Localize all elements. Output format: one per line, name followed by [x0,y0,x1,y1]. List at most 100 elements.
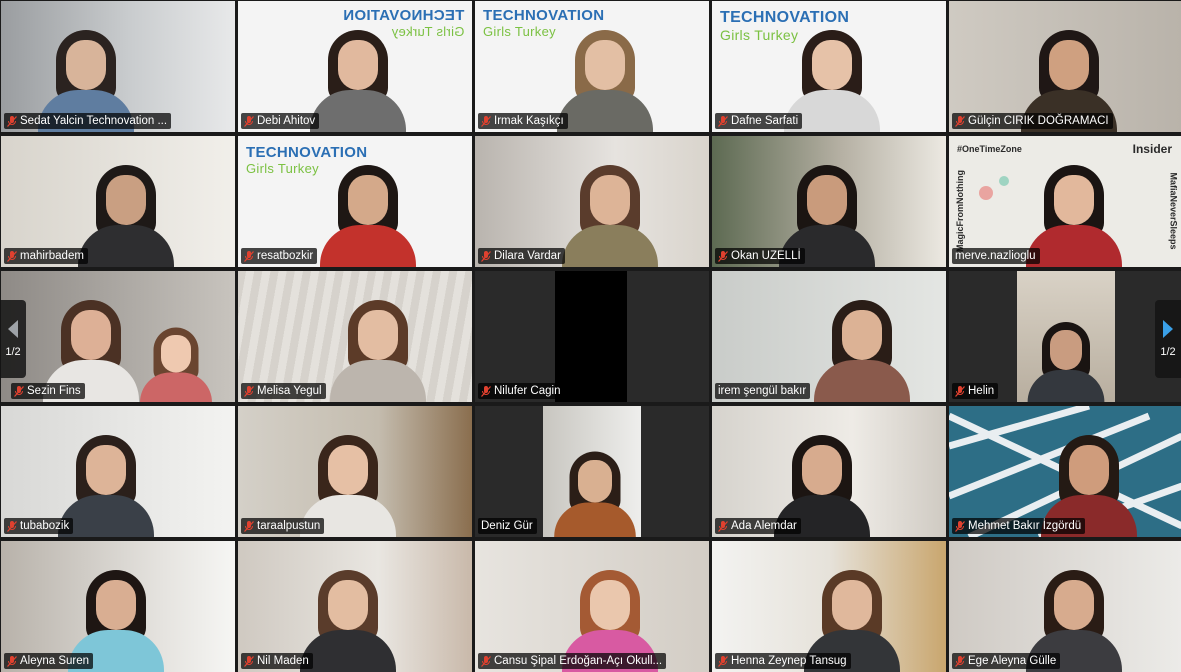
participant-name-tag: Okan UZELLİ [715,248,805,264]
participant-name: Sedat Yalcin Technovation ... [20,115,168,127]
active-speaker-tile[interactable]: #OneTimeZone Insider MagicFromNothing Ma… [949,136,1181,267]
participant-name-tag: Mehmet Bakır İzgördü [952,518,1086,534]
participant-video [78,157,174,267]
participant-name-tag: mahirbadem [4,248,88,264]
participant-name-tag: irem şengül bakır [715,383,811,399]
banner-hashtag: #OneTimeZone [957,144,1022,154]
muted-mic-icon [244,655,254,667]
participant-video [555,271,627,402]
muted-mic-icon [7,655,17,667]
participant-name: Gülçin CIRIK DOĞRAMACI [968,115,1109,127]
participant-video [562,157,658,267]
participant-name-tag: Deniz Gür [478,518,537,534]
video-gallery: Sedat Yalcin Technovation ... TECHNOVATI… [0,0,1181,672]
participant-tile[interactable]: irem şengül bakır [712,271,946,402]
participant-video [557,22,653,132]
participant-name: Nil Maden [257,655,309,667]
muted-mic-icon [244,250,254,262]
participant-video [300,562,396,672]
participant-name: Deniz Gür [481,520,533,532]
participant-name-tag: Nil Maden [241,653,313,669]
participant-name-tag: Debi Ahitov [241,113,320,129]
page-indicator: 1/2 [1160,346,1176,358]
participant-tile[interactable]: Melisa Yegul [238,271,472,402]
participant-name: tubabozik [20,520,70,532]
participant-tile[interactable]: Ege Aleyna Gülle [949,541,1181,672]
participant-tile[interactable]: Helin [949,271,1181,402]
participant-video [310,22,406,132]
participant-tile[interactable]: mahirbadem [1,136,235,267]
participant-tile[interactable]: Ada Alemdar [712,406,946,537]
participant-video [320,157,416,267]
participant-name: Irmak Kaşıkçı [494,115,564,127]
next-page-button[interactable]: 1/2 [1155,300,1181,378]
participant-name: Okan UZELLİ [731,250,801,262]
previous-page-button[interactable]: 1/2 [0,300,26,378]
participant-name-tag: Irmak Kaşıkçı [478,113,568,129]
participant-tile[interactable]: TECHNOVATION Girls Turkey Dafne Sarfati [712,1,946,132]
participant-tile[interactable]: Nil Maden [238,541,472,672]
participant-tile[interactable]: Henna Zeynep Tansug [712,541,946,672]
participant-tile[interactable]: Gülçin CIRIK DOĞRAMACI [949,1,1181,132]
muted-mic-icon [244,520,254,532]
participant-name-tag: taraalpustun [241,518,325,534]
participant-tile[interactable]: TECHNOVATION Girls Turkey resatbozkir [238,136,472,267]
participant-name: Ege Aleyna Gülle [968,655,1057,667]
muted-mic-icon [481,385,491,397]
muted-mic-icon [7,115,17,127]
participant-tile[interactable]: taraalpustun [238,406,472,537]
participant-name: Mehmet Bakır İzgördü [968,520,1082,532]
participant-name: Henna Zeynep Tansug [731,655,847,667]
muted-mic-icon [955,115,965,127]
participant-name: irem şengül bakır [718,385,807,397]
participant-tile[interactable]: tubabozik [1,406,235,537]
participant-name: Debi Ahitov [257,115,316,127]
banner-left-text: MagicFromNothing [955,170,965,252]
participant-tile[interactable]: Cansu Şipal Erdoğan-Açı Okull... [475,541,709,672]
participant-name-tag: Nilufer Cagin [478,383,565,399]
participant-name: mahirbadem [20,250,84,262]
banner-right-text: MafiaNeverSleeps [1168,172,1179,250]
muted-mic-icon [7,250,17,262]
participant-name-tag: Sezin Fins [11,383,85,399]
muted-mic-icon [244,115,254,127]
participant-tile[interactable]: Dilara Vardar [475,136,709,267]
participant-tile[interactable]: Deniz Gür [475,406,709,537]
participant-name-tag: Ada Alemdar [715,518,801,534]
muted-mic-icon [718,250,728,262]
banner-brand: Insider [1132,142,1172,156]
muted-mic-icon [955,655,965,667]
participant-name: Dafne Sarfati [731,115,799,127]
chevron-left-icon [8,320,18,338]
participant-name: Dilara Vardar [494,250,561,262]
muted-mic-icon [955,520,965,532]
participant-video [554,445,636,537]
participant-name-tag: Ege Aleyna Gülle [952,653,1061,669]
participant-name-tag: Helin [952,383,999,399]
muted-mic-icon [955,385,965,397]
muted-mic-icon [481,250,491,262]
participant-tile[interactable]: Sedat Yalcin Technovation ... [1,1,235,132]
participant-video [330,292,426,402]
participant-tile[interactable]: TECHNOVATION Girls Turkey Debi Ahitov [238,1,472,132]
participant-tile[interactable]: Nilufer Cagin [475,271,709,402]
participant-name: Ada Alemdar [731,520,797,532]
participant-name-tag: Gülçin CIRIK DOĞRAMACI [952,113,1113,129]
decorative-dot [979,186,993,200]
participant-video [1027,316,1105,402]
participant-name: Aleyna Suren [20,655,90,667]
participant-tile[interactable]: Sezin Fins [1,271,235,402]
participant-tile[interactable]: Mehmet Bakır İzgördü [949,406,1181,537]
participant-name-tag: Dilara Vardar [478,248,565,264]
participant-name-tag: Sedat Yalcin Technovation ... [4,113,172,129]
participant-tile[interactable]: Okan UZELLİ [712,136,946,267]
participant-name: merve.nazlioglu [955,250,1036,262]
participant-name: taraalpustun [257,520,321,532]
participant-name-tag: Aleyna Suren [4,653,94,669]
participant-tile[interactable]: TECHNOVATION Girls Turkey Irmak Kaşıkçı [475,1,709,132]
participant-name-tag: Dafne Sarfati [715,113,803,129]
participant-name: Helin [968,385,995,397]
participant-name-tag: merve.nazlioglu [952,248,1040,264]
participant-tile[interactable]: Aleyna Suren [1,541,235,672]
participant-name-tag: Cansu Şipal Erdoğan-Açı Okull... [478,653,667,669]
